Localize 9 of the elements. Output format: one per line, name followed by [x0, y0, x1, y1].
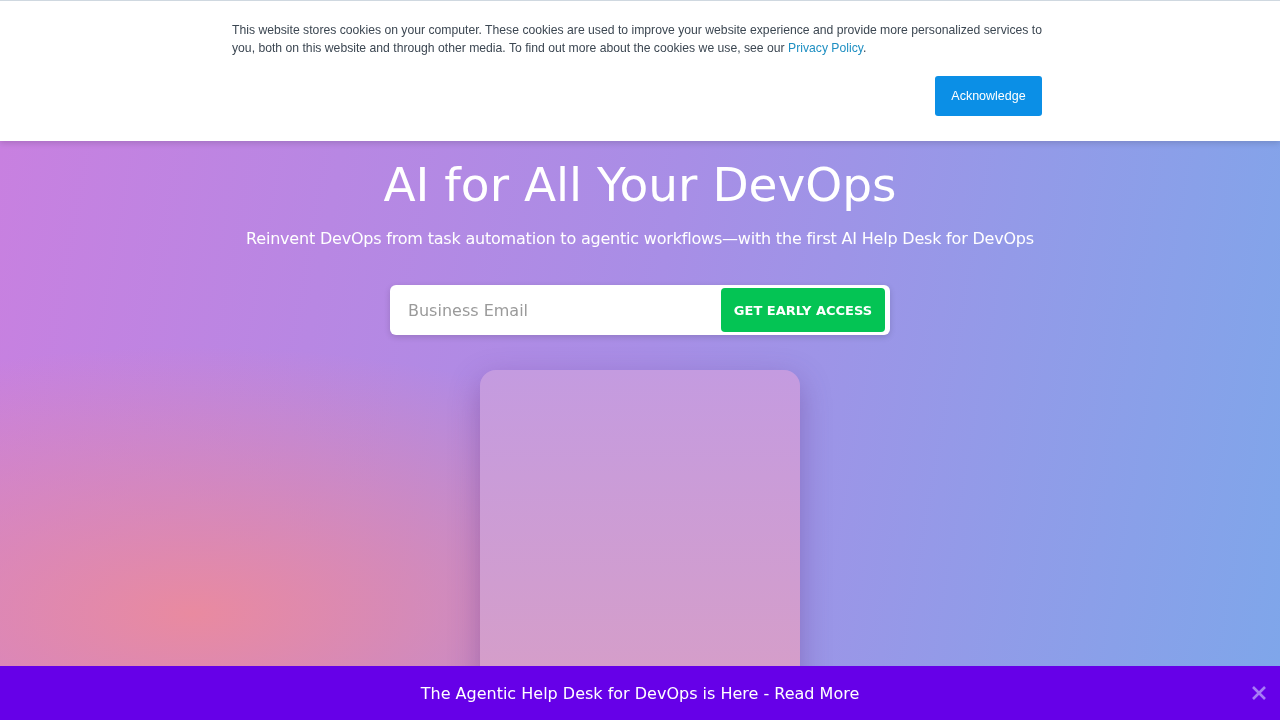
close-icon[interactable] — [1252, 686, 1266, 700]
acknowledge-button[interactable]: Acknowledge — [935, 76, 1042, 116]
announcement-link[interactable]: The Agentic Help Desk for DevOps is Here - Read More — [420, 683, 860, 703]
privacy-policy-link[interactable]: Privacy Policy — [788, 41, 863, 55]
hero-title: AI for All Your DevOps — [383, 156, 897, 214]
cookie-notice-text: This website stores cookies on your computer. These cookies are used to improve your website experience and provide more personalized services to you, both on this website and through other media. To find out more about the cookies we use, see our Privacy Policy. — [232, 22, 1043, 57]
hero-subtitle: Reinvent DevOps from task automation to agentic workflows—with the first AI Help Desk for DevOps — [246, 229, 1034, 248]
get-early-access-button[interactable]: GET EARLY ACCESS — [721, 288, 885, 332]
email-field[interactable]: Business Email GET EARLY ACCESS — [390, 285, 890, 335]
